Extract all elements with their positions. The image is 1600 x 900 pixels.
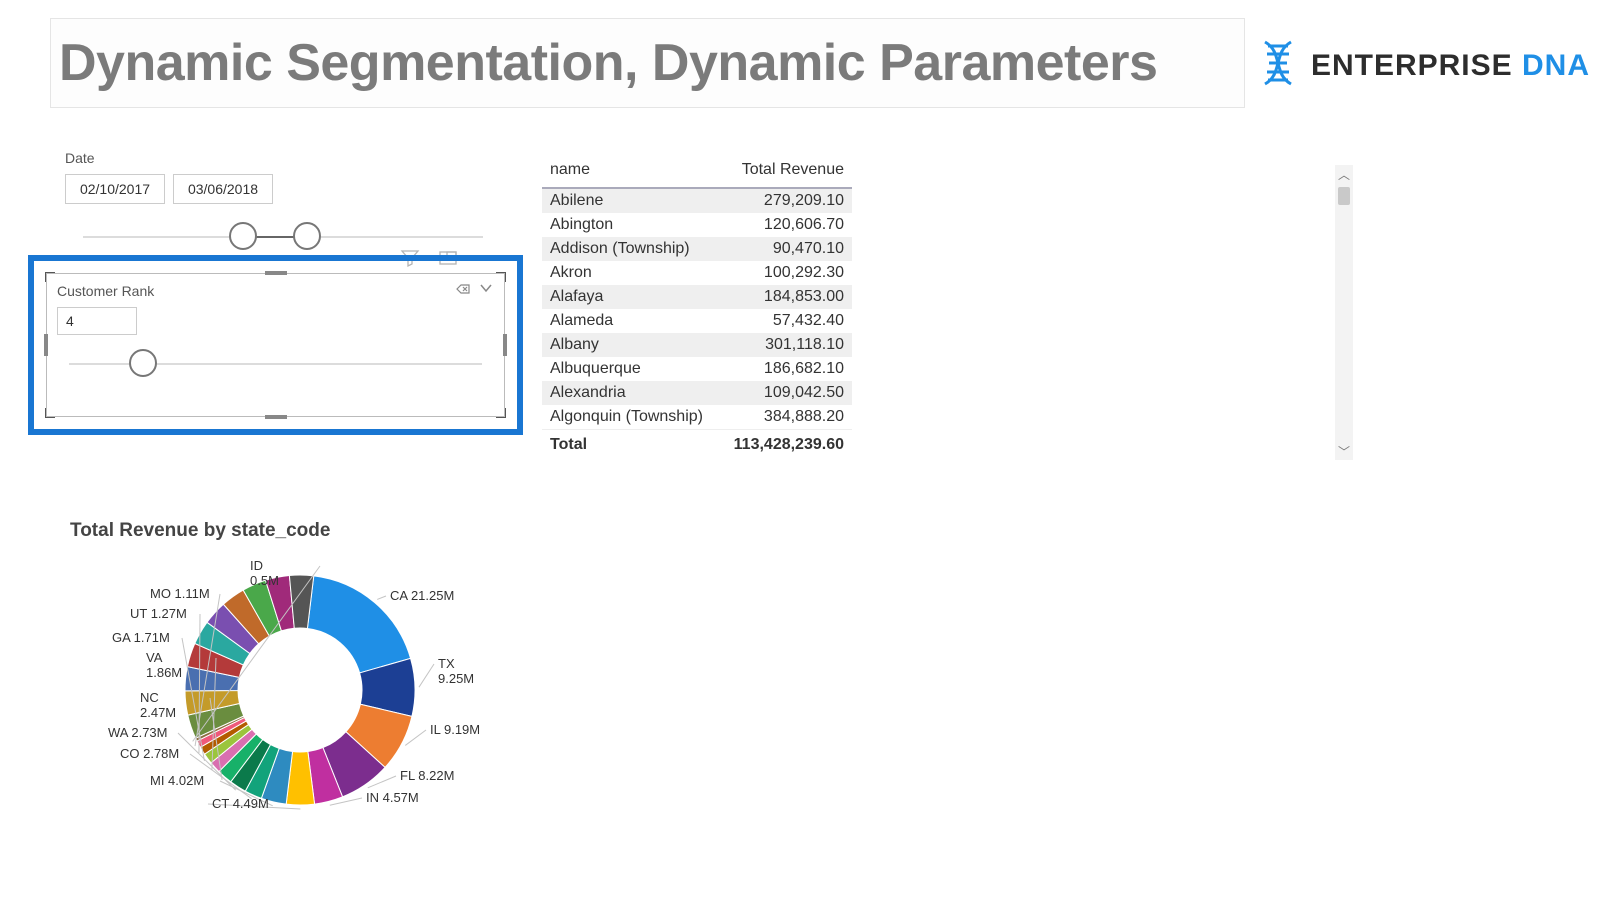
cell-name: Albany [542, 333, 719, 357]
cell-name: Akron [542, 261, 719, 285]
page-header: Dynamic Segmentation, Dynamic Parameters [50, 18, 1245, 108]
donut-label-mo: MO 1.11M [150, 586, 210, 601]
donut-label-id: ID0.5M [250, 558, 279, 588]
customer-rank-label: Customer Rank [57, 283, 154, 299]
donut-label-va: VA1.86M [146, 650, 182, 680]
donut-label-il: IL 9.19M [430, 722, 480, 737]
cell-revenue: 279,209.10 [719, 188, 852, 213]
table-row[interactable]: Akron100,292.30 [542, 261, 852, 285]
customer-rank-slider[interactable] [69, 345, 482, 385]
cell-revenue: 184,853.00 [719, 285, 852, 309]
cell-name: Abilene [542, 188, 719, 213]
customer-rank-slider-handle[interactable] [129, 349, 157, 377]
cell-revenue: 57,432.40 [719, 309, 852, 333]
donut-label-mi: MI 4.02M [150, 773, 204, 788]
table-row[interactable]: Alafaya184,853.00 [542, 285, 852, 309]
table-row[interactable]: Albuquerque186,682.10 [542, 357, 852, 381]
cell-revenue: 109,042.50 [719, 381, 852, 405]
dna-icon [1253, 38, 1303, 93]
table-row[interactable]: Abilene279,209.10 [542, 188, 852, 213]
donut-label-in: IN 4.57M [366, 790, 419, 805]
cell-name: Alafaya [542, 285, 719, 309]
cell-revenue: 384,888.20 [719, 405, 852, 430]
table-total-label: Total [542, 430, 719, 458]
table-header-name[interactable]: name [542, 155, 719, 188]
date-from-input[interactable]: 02/10/2017 [65, 174, 165, 204]
donut-label-ct: CT 4.49M [212, 796, 269, 811]
cell-name: Addison (Township) [542, 237, 719, 261]
date-slider-handle-start[interactable] [229, 222, 257, 250]
brand-text: ENTERPRISE DNA [1311, 49, 1590, 83]
donut-label-wa: WA 2.73M [108, 725, 167, 740]
cell-revenue: 100,292.30 [719, 261, 852, 285]
cell-revenue: 301,118.10 [719, 333, 852, 357]
cell-name: Algonquin (Township) [542, 405, 719, 430]
brand-logo: ENTERPRISE DNA [1253, 38, 1590, 93]
donut-chart-title: Total Revenue by state_code [70, 520, 540, 542]
table-row[interactable]: Abington120,606.70 [542, 213, 852, 237]
scroll-down-icon[interactable]: ﹀ [1335, 442, 1353, 460]
cell-revenue: 120,606.70 [719, 213, 852, 237]
table-row[interactable]: Algonquin (Township)384,888.20 [542, 405, 852, 430]
table-row[interactable]: Alexandria109,042.50 [542, 381, 852, 405]
donut-label-ga: GA 1.71M [112, 630, 170, 645]
date-slicer-label: Date [65, 150, 495, 166]
date-slider-handle-end[interactable] [293, 222, 321, 250]
table-row[interactable]: Alameda57,432.40 [542, 309, 852, 333]
table-row[interactable]: Addison (Township)90,470.10 [542, 237, 852, 261]
donut-label-co: CO 2.78M [120, 746, 179, 761]
scroll-thumb[interactable] [1338, 187, 1350, 205]
cell-revenue: 186,682.10 [719, 357, 852, 381]
page-title: Dynamic Segmentation, Dynamic Parameters [59, 33, 1157, 93]
cell-name: Alexandria [542, 381, 719, 405]
cell-name: Alameda [542, 309, 719, 333]
table-row[interactable]: Albany301,118.10 [542, 333, 852, 357]
customer-rank-slicer-selected[interactable]: Customer Rank 4 [28, 255, 523, 435]
donut-label-ut: UT 1.27M [130, 606, 187, 621]
clear-selection-icon[interactable] [454, 280, 470, 301]
table-header-revenue[interactable]: Total Revenue [719, 155, 852, 188]
cell-name: Albuquerque [542, 357, 719, 381]
table-total-value: 113,428,239.60 [719, 430, 852, 458]
donut-label-fl: FL 8.22M [400, 768, 454, 783]
donut-chart[interactable]: Total Revenue by state_code CA 21.25M TX9… [70, 520, 540, 850]
donut-label-ca: CA 21.25M [390, 588, 454, 603]
revenue-table[interactable]: name Total Revenue Abilene279,209.10Abin… [542, 155, 1352, 457]
customer-rank-value-input[interactable]: 4 [57, 307, 137, 335]
cell-name: Abington [542, 213, 719, 237]
cell-revenue: 90,470.10 [719, 237, 852, 261]
scroll-up-icon[interactable]: ︿ [1335, 165, 1353, 183]
date-slicer[interactable]: Date 02/10/2017 03/06/2018 [65, 150, 495, 258]
date-to-input[interactable]: 03/06/2018 [173, 174, 273, 204]
table-scrollbar[interactable]: ︿ ﹀ [1335, 165, 1353, 460]
donut-label-nc: NC2.47M [140, 690, 176, 720]
donut-label-tx: TX9.25M [438, 656, 474, 686]
